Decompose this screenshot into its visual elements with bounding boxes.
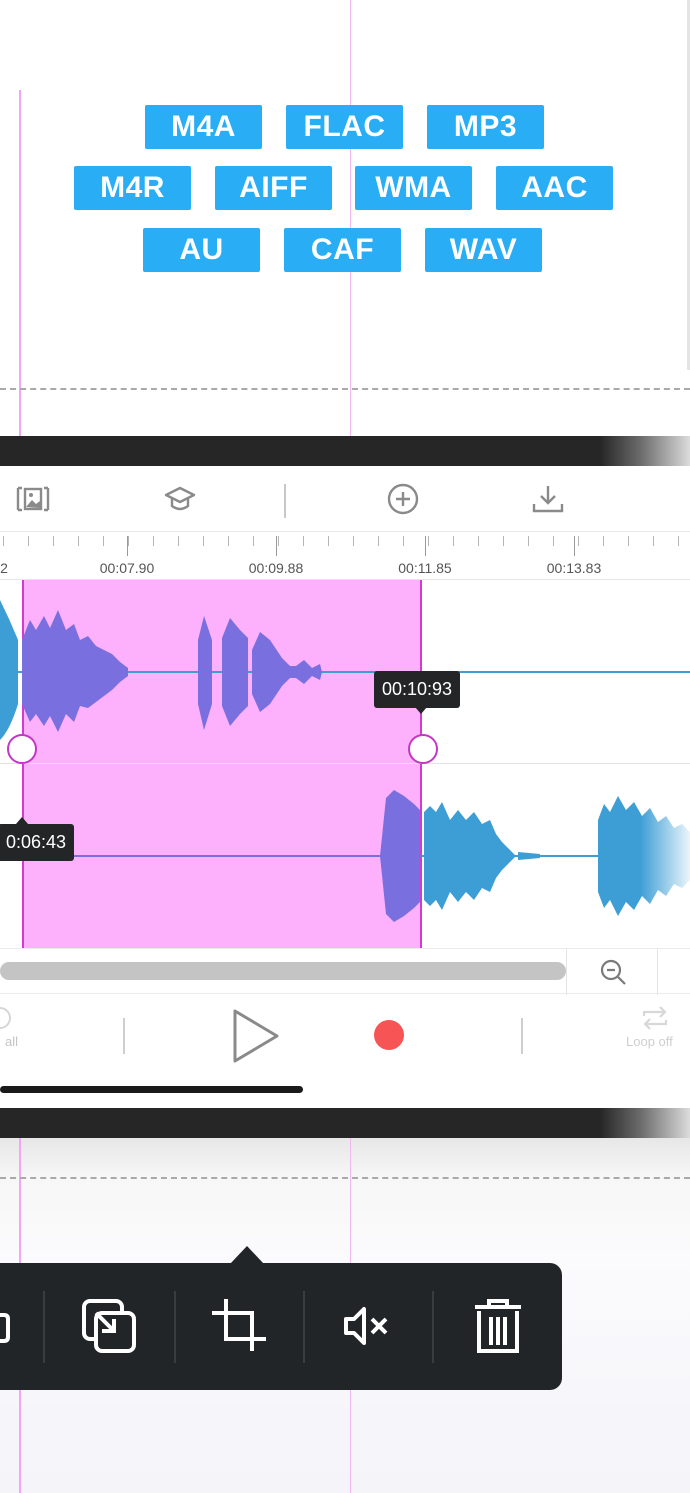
loop-icon[interactable] (640, 1004, 670, 1032)
context-menu-divider (432, 1291, 434, 1363)
ruler-tick (578, 536, 579, 546)
graduation-cap-icon[interactable] (163, 482, 197, 516)
ruler-major-tick (127, 536, 128, 556)
editor-toolbar (0, 466, 690, 532)
ruler-tick (153, 536, 154, 546)
format-badge-aiff[interactable]: AIFF (215, 166, 332, 210)
format-badge-aac[interactable]: AAC (496, 166, 613, 210)
ruler-label: 00:11.85 (398, 560, 452, 576)
zoom-out-button[interactable] (566, 949, 658, 995)
ruler-tick (278, 536, 279, 546)
select-all-icon[interactable] (0, 1006, 12, 1036)
play-icon[interactable] (231, 1008, 281, 1064)
selection-start-handle[interactable] (7, 734, 37, 764)
ruler-tick (28, 536, 29, 546)
select-all-label[interactable]: all (5, 1034, 18, 1049)
ruler-tick (328, 536, 329, 546)
record-button[interactable] (374, 1020, 404, 1050)
timeline-marker-line (19, 90, 21, 437)
dashed-guide (0, 388, 690, 390)
format-panel: M4A FLAC MP3 M4R AIFF WMA AAC AU CAF WAV (0, 0, 690, 437)
ruler-tick (78, 536, 79, 546)
context-menu (0, 1263, 562, 1390)
download-icon[interactable] (531, 482, 565, 516)
audio-editor: 2 00:07.90 00:09.88 00:11.85 00:13.83 00… (0, 466, 690, 1108)
ruler-label: 2 (0, 560, 8, 576)
ruler-label: 00:13.83 (546, 560, 602, 576)
ruler-label: 00:09.88 (248, 560, 304, 576)
ruler-tick (353, 536, 354, 546)
ruler-tick (103, 536, 104, 546)
ruler-tick (178, 536, 179, 546)
zoom-out-icon (600, 959, 626, 985)
device-frame-bottom (0, 1108, 690, 1138)
ruler-tick (553, 536, 554, 546)
ruler-major-tick (574, 536, 575, 556)
scroll-row (0, 948, 690, 995)
ruler-major-tick (425, 536, 426, 556)
ruler-tick (253, 536, 254, 546)
ruler-tick (503, 536, 504, 546)
ruler-tick (628, 536, 629, 546)
crop-icon[interactable] (210, 1297, 268, 1355)
device-frame-top (0, 436, 690, 466)
ruler-tick (603, 536, 604, 546)
waveform-tracks (0, 600, 690, 940)
ruler-tick (678, 536, 679, 546)
ruler-tick (128, 536, 129, 546)
timeline-marker-line (350, 0, 351, 437)
format-badge-mp3[interactable]: MP3 (427, 105, 544, 149)
selection-end-time: 00:10:93 (374, 671, 461, 708)
selection-start-time: 0:06:43 (0, 824, 75, 861)
context-menu-divider (303, 1291, 305, 1363)
ruler-tick (453, 536, 454, 546)
horizontal-scrollbar[interactable] (0, 962, 566, 980)
loop-label[interactable]: Loop off (626, 1034, 673, 1049)
tooltip-pointer (415, 707, 427, 714)
ruler-tick (378, 536, 379, 546)
format-badge-m4a[interactable]: M4A (145, 105, 262, 149)
ruler-tick (478, 536, 479, 546)
ruler-tick (303, 536, 304, 546)
tooltip-pointer (16, 817, 28, 824)
transport-controls: all Loop off (0, 994, 690, 1108)
mute-icon[interactable] (338, 1297, 396, 1355)
selection-end-handle[interactable] (408, 734, 438, 764)
context-menu-divider (174, 1291, 176, 1363)
time-ruler[interactable]: 2 00:07.90 00:09.88 00:11.85 00:13.83 (0, 532, 690, 580)
ruler-tick (203, 536, 204, 546)
ruler-major-tick (276, 536, 277, 556)
format-badge-au[interactable]: AU (143, 228, 260, 272)
controls-separator (521, 1018, 523, 1054)
trash-icon[interactable] (469, 1297, 527, 1355)
format-badge-flac[interactable]: FLAC (286, 105, 403, 149)
context-menu-divider (43, 1291, 45, 1363)
home-indicator (0, 1086, 303, 1093)
context-menu-pointer (230, 1246, 264, 1264)
ruler-tick (428, 536, 429, 546)
add-circle-icon[interactable] (386, 482, 420, 516)
ruler-tick (403, 536, 404, 546)
ruler-tick (653, 536, 654, 546)
controls-separator (123, 1018, 125, 1054)
ruler-label: 00:07.90 (99, 560, 155, 576)
format-badge-wma[interactable]: WMA (355, 166, 472, 210)
waveform-area[interactable]: 00:10:93 0:06:43 (0, 580, 690, 948)
copy-icon[interactable] (80, 1297, 138, 1355)
ruler-tick (3, 536, 4, 546)
partial-icon[interactable] (0, 1297, 28, 1355)
toolbar-separator (284, 484, 286, 518)
image-frame-icon[interactable] (16, 482, 50, 516)
format-badge-m4r[interactable]: M4R (74, 166, 191, 210)
ruler-tick (528, 536, 529, 546)
ruler-tick (228, 536, 229, 546)
dashed-guide (0, 1177, 690, 1179)
ruler-tick (53, 536, 54, 546)
format-badge-caf[interactable]: CAF (284, 228, 401, 272)
format-badge-wav[interactable]: WAV (425, 228, 542, 272)
